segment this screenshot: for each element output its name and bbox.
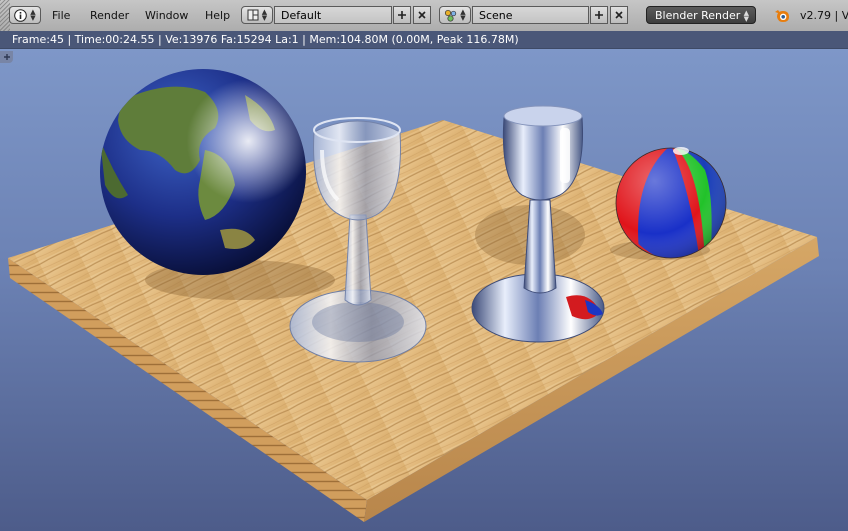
blender-logo-icon bbox=[775, 10, 789, 22]
menu-window[interactable]: Window bbox=[145, 9, 188, 22]
screen-layout-name-field[interactable]: Default bbox=[274, 6, 392, 24]
earth-globe bbox=[100, 69, 306, 275]
dropdown-arrows-icon: ▲ ▼ bbox=[261, 8, 268, 22]
viewport-corner-widget[interactable] bbox=[0, 51, 13, 63]
render-engine-dropdown[interactable]: Blender Render ▲ ▼ bbox=[646, 6, 756, 24]
info-icon bbox=[14, 8, 28, 22]
render-result-image bbox=[8, 69, 819, 522]
scene-name-field[interactable]: Scene bbox=[472, 6, 589, 24]
menu-help[interactable]: Help bbox=[205, 9, 230, 22]
menu-file[interactable]: File bbox=[52, 9, 70, 22]
plus-icon bbox=[595, 11, 603, 19]
dropdown-arrows-icon: ▲ ▼ bbox=[460, 8, 466, 22]
close-icon bbox=[418, 11, 426, 19]
delete-scene-button[interactable] bbox=[610, 6, 628, 24]
screen-layout-selector[interactable]: ▲ ▼ bbox=[241, 6, 273, 24]
scene-selector[interactable]: ▲ ▼ bbox=[439, 6, 471, 24]
plus-icon bbox=[3, 54, 10, 60]
plus-icon bbox=[398, 11, 406, 19]
add-scene-button[interactable] bbox=[590, 6, 608, 24]
dropdown-arrows-icon: ▲ ▼ bbox=[30, 8, 36, 22]
version-label: v2.79 | V bbox=[800, 9, 848, 22]
delete-screen-button[interactable] bbox=[413, 6, 431, 24]
scene-icon bbox=[445, 9, 457, 22]
render-engine-label: Blender Render bbox=[655, 8, 741, 22]
editor-type-selector[interactable]: ▲ ▼ bbox=[9, 6, 41, 24]
top-header: ▲ ▼ File Render Window Help ▲ ▼ Default ▲ ▼… bbox=[0, 0, 848, 32]
render-viewport[interactable] bbox=[0, 49, 848, 531]
close-icon bbox=[615, 11, 623, 19]
screen-layout-icon bbox=[247, 9, 259, 21]
menu-render[interactable]: Render bbox=[90, 9, 129, 22]
dropdown-arrows-icon: ▲ ▼ bbox=[743, 9, 749, 23]
render-info-strip: Frame:45 | Time:00:24.55 | Ve:13976 Fa:1… bbox=[0, 31, 848, 49]
add-screen-button[interactable] bbox=[393, 6, 411, 24]
